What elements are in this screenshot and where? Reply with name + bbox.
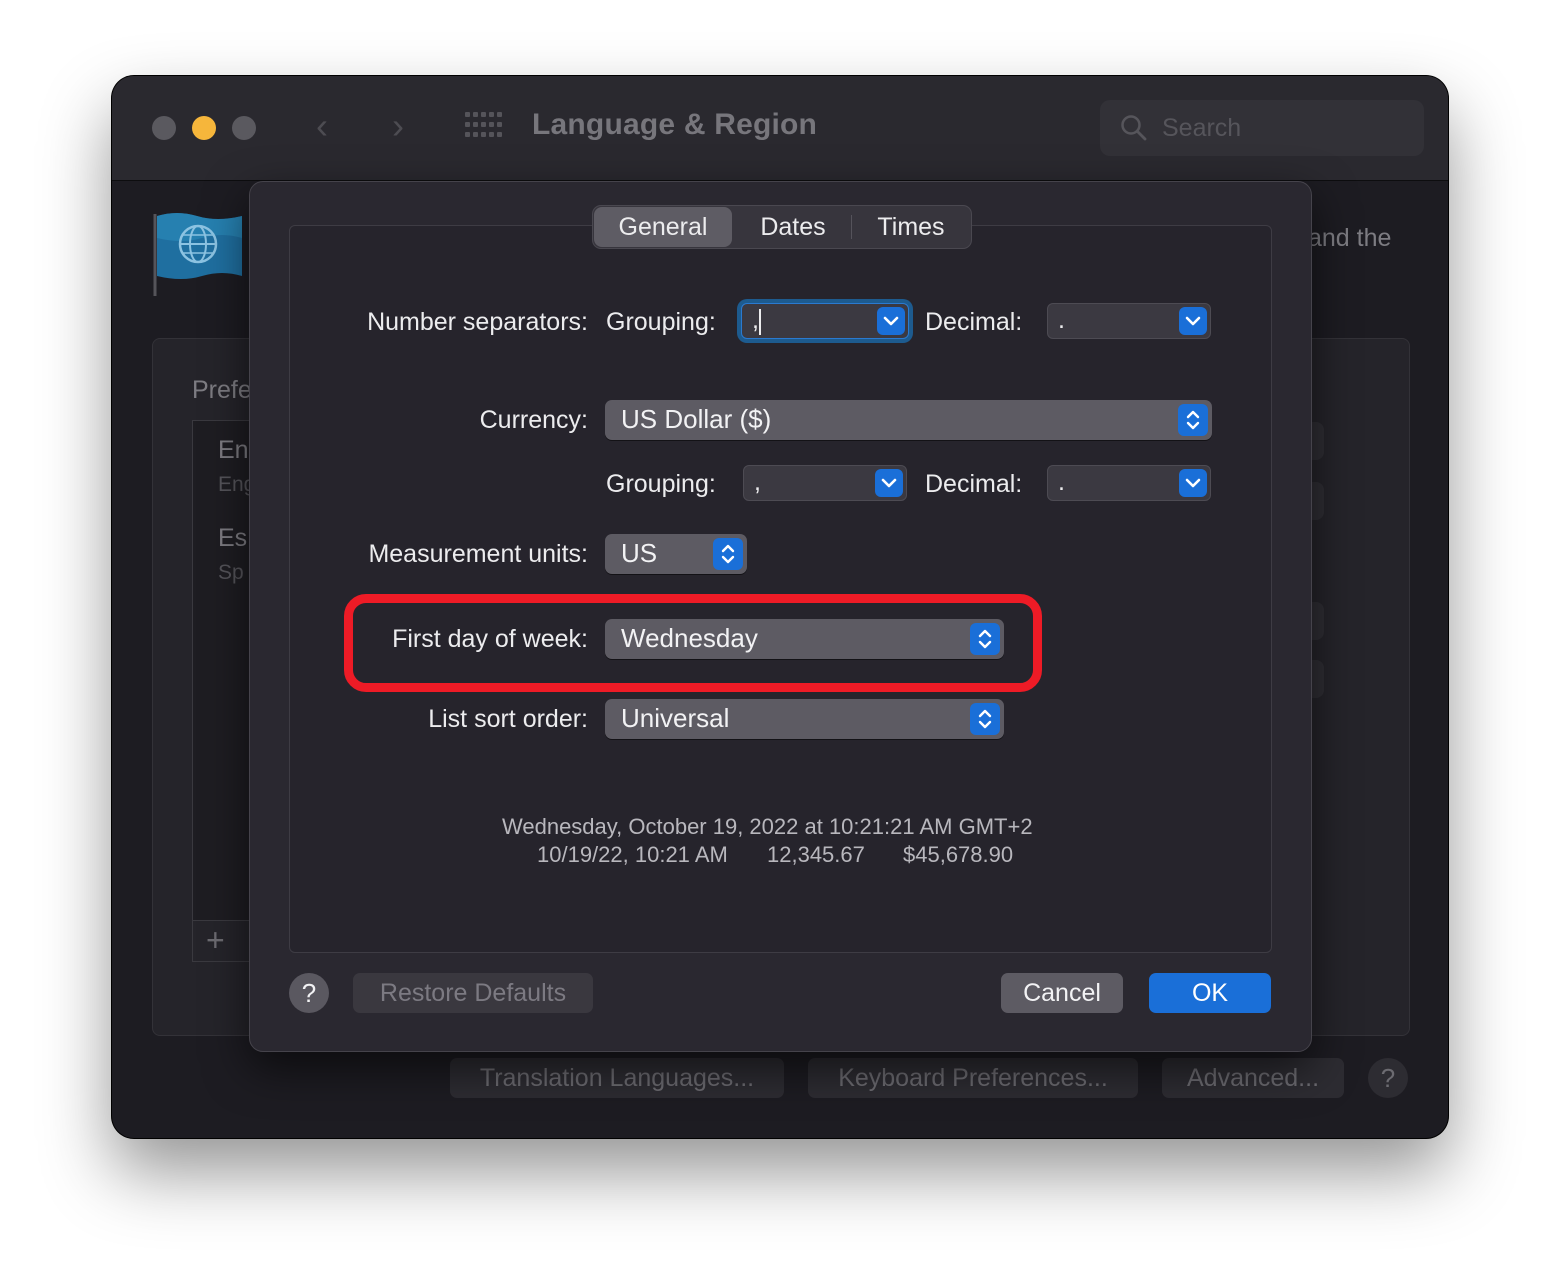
chevron-down-icon[interactable] bbox=[1179, 469, 1207, 497]
tab-dates[interactable]: Dates bbox=[735, 206, 851, 248]
window-title: Language & Region bbox=[532, 108, 818, 141]
currency-decimal-value: . bbox=[1058, 468, 1065, 496]
minimize-button[interactable] bbox=[192, 116, 216, 140]
description-text: and the bbox=[1308, 224, 1392, 252]
currency-popup[interactable]: US Dollar ($) bbox=[605, 400, 1212, 440]
sample-currency: $45,678.90 bbox=[903, 842, 1014, 867]
chevron-down-icon[interactable] bbox=[875, 469, 903, 497]
number-decimal-combo[interactable]: . bbox=[1047, 303, 1211, 339]
show-all-grid-icon[interactable] bbox=[465, 112, 502, 142]
globe-flag-icon bbox=[153, 213, 242, 296]
tab-bar: General Dates Times bbox=[592, 205, 972, 249]
first-day-of-week-label: First day of week: bbox=[392, 625, 588, 653]
zoom-button[interactable] bbox=[232, 116, 256, 140]
measurement-units-popup[interactable]: US bbox=[605, 534, 747, 574]
number-grouping-value: , bbox=[752, 306, 759, 334]
currency-value: US Dollar ($) bbox=[621, 404, 772, 434]
currency-grouping-value: , bbox=[754, 468, 761, 496]
add-language-button[interactable]: + bbox=[206, 922, 225, 959]
sample-full-date: Wednesday, October 19, 2022 at 10:21:21 … bbox=[502, 814, 1033, 839]
sheet-help-button[interactable]: ? bbox=[289, 973, 329, 1013]
chevron-down-icon[interactable] bbox=[1179, 307, 1207, 335]
number-separators-label: Number separators: bbox=[367, 308, 588, 336]
list-sort-order-popup[interactable]: Universal bbox=[605, 699, 1004, 739]
advanced-sheet: General Dates Times Number separators: G… bbox=[249, 181, 1312, 1052]
measurement-units-value: US bbox=[621, 538, 658, 568]
currency-label: Currency: bbox=[479, 406, 588, 434]
up-down-chevron-icon bbox=[970, 703, 1000, 735]
back-arrow-icon[interactable]: ‹ bbox=[316, 106, 328, 146]
language-name[interactable]: En bbox=[218, 436, 249, 465]
cancel-button[interactable]: Cancel bbox=[1001, 973, 1123, 1013]
up-down-chevron-icon bbox=[1178, 404, 1208, 436]
first-day-of-week-popup[interactable]: Wednesday bbox=[605, 619, 1004, 659]
sample-short-date: 10/19/22, 10:21 AM bbox=[537, 842, 728, 867]
ok-button[interactable]: OK bbox=[1149, 973, 1271, 1013]
list-sort-order-label: List sort order: bbox=[428, 705, 588, 733]
help-button[interactable]: ? bbox=[1368, 1058, 1408, 1098]
number-grouping-combo[interactable]: , bbox=[741, 303, 909, 339]
text-cursor bbox=[759, 309, 761, 335]
currency-decimal-label: Decimal: bbox=[925, 470, 1023, 498]
grouping-label: Grouping: bbox=[606, 308, 716, 336]
currency-grouping-label: Grouping: bbox=[606, 470, 716, 498]
search-placeholder: Search bbox=[1162, 114, 1242, 142]
preferred-languages-label: Prefe bbox=[192, 376, 252, 404]
advanced-button[interactable]: Advanced... bbox=[1162, 1058, 1344, 1098]
number-decimal-value: . bbox=[1058, 306, 1065, 334]
first-day-of-week-value: Wednesday bbox=[621, 623, 758, 653]
language-subtitle: Sp bbox=[218, 561, 244, 584]
up-down-chevron-icon bbox=[713, 538, 743, 570]
language-name[interactable]: Es bbox=[218, 524, 247, 553]
translation-languages-button[interactable]: Translation Languages... bbox=[450, 1058, 784, 1098]
restore-defaults-button[interactable]: Restore Defaults bbox=[353, 973, 593, 1013]
decimal-label: Decimal: bbox=[925, 308, 1023, 336]
keyboard-preferences-button[interactable]: Keyboard Preferences... bbox=[808, 1058, 1138, 1098]
close-button[interactable] bbox=[152, 116, 176, 140]
chevron-down-icon[interactable] bbox=[877, 307, 905, 335]
measurement-units-label: Measurement units: bbox=[368, 540, 588, 568]
currency-decimal-combo[interactable]: . bbox=[1047, 465, 1211, 501]
list-sort-order-value: Universal bbox=[621, 703, 730, 733]
sample-number: 12,345.67 bbox=[767, 842, 865, 867]
tab-times[interactable]: Times bbox=[852, 206, 970, 248]
title-bar: ‹ › Language & Region Search bbox=[112, 76, 1448, 181]
search-field[interactable]: Search bbox=[1100, 100, 1424, 156]
currency-grouping-combo[interactable]: , bbox=[743, 465, 907, 501]
tab-general[interactable]: General bbox=[594, 207, 732, 247]
up-down-chevron-icon bbox=[970, 623, 1000, 655]
search-icon bbox=[1121, 115, 1147, 141]
forward-arrow-icon[interactable]: › bbox=[392, 106, 404, 146]
